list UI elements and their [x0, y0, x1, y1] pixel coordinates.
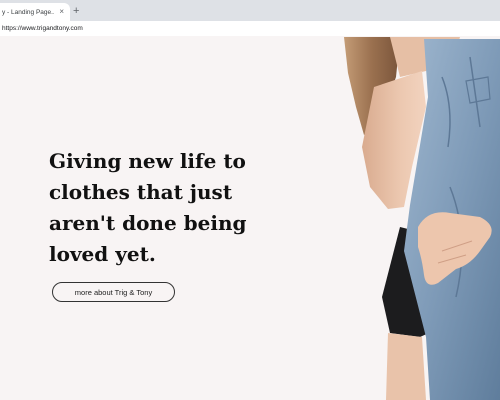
tab-strip: y - Landing Page... × +: [0, 0, 500, 21]
browser-tab[interactable]: y - Landing Page... ×: [0, 3, 70, 21]
hero-headline: Giving new life to clothes that just are…: [49, 149, 247, 266]
more-about-button[interactable]: more about Trig & Tony: [52, 282, 175, 302]
model-in-denim-jacket-photo: [344, 37, 500, 400]
page-viewport: Giving new life to clothes that just are…: [0, 37, 500, 400]
leg-shape: [386, 333, 426, 400]
address-bar[interactable]: https://www.trigandtony.com: [0, 21, 500, 36]
url-text[interactable]: https://www.trigandtony.com: [2, 25, 83, 32]
browser-chrome: y - Landing Page... × + https://www.trig…: [0, 0, 500, 36]
new-tab-icon[interactable]: +: [73, 5, 79, 17]
tab-close-icon[interactable]: ×: [59, 6, 64, 18]
tab-title: y - Landing Page...: [2, 8, 54, 16]
